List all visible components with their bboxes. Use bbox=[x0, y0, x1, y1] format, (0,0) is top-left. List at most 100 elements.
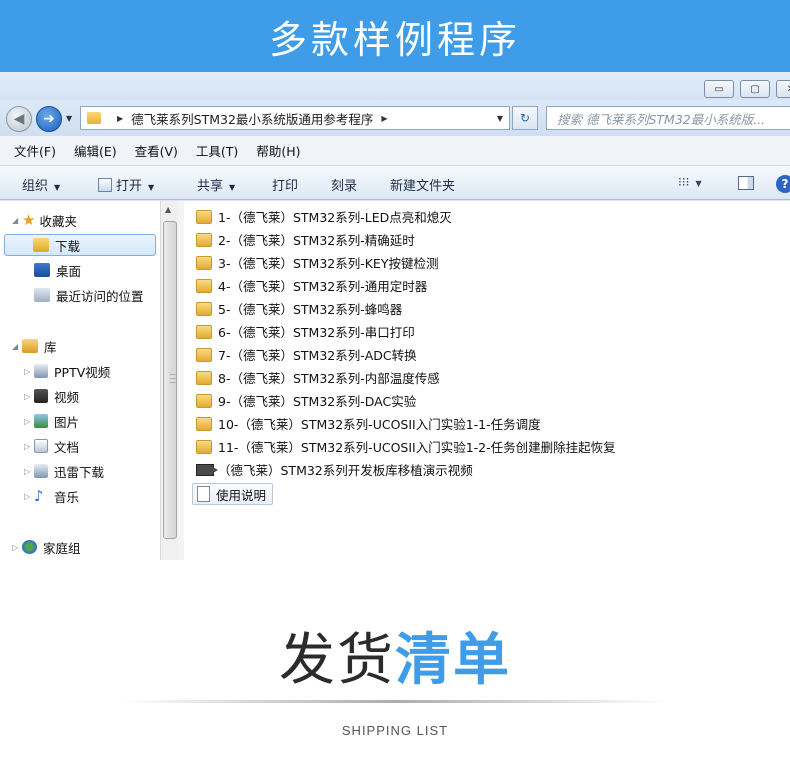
sidebar-item-downloads[interactable]: 下载 bbox=[4, 234, 156, 256]
pictures-icon bbox=[34, 414, 48, 428]
help-icon[interactable]: ? bbox=[776, 175, 790, 193]
sidebar-item-videos[interactable]: ▷ 视频 bbox=[24, 385, 79, 407]
downloads-folder-icon bbox=[33, 238, 49, 252]
list-item[interactable]: 10-（德飞莱）STM32系列-UCOSII入门实验1-1-任务调度 bbox=[196, 413, 541, 434]
sidebar-favorites[interactable]: ◢ ★ 收藏夹 bbox=[12, 209, 77, 231]
new-folder-button[interactable]: 新建文件夹 bbox=[390, 175, 455, 194]
address-path[interactable]: 德飞莱系列STM32最小系统版通用参考程序 bbox=[131, 109, 373, 128]
list-item[interactable]: 1-（德飞莱）STM32系列-LED点亮和熄灭 bbox=[196, 206, 452, 227]
title-divider bbox=[120, 700, 670, 703]
scrollbar-thumb[interactable]: — — — bbox=[163, 221, 177, 539]
sidebar-homegroup[interactable]: ▷ 家庭组 bbox=[12, 536, 81, 558]
menu-view[interactable]: 查看(V) bbox=[135, 141, 178, 160]
address-bar[interactable]: ▶ 德飞莱系列STM32最小系统版通用参考程序 ▶ ▼ bbox=[80, 106, 510, 130]
list-item[interactable]: 2-（德飞莱）STM32系列-精确延时 bbox=[196, 229, 415, 250]
file-name: 使用说明 bbox=[216, 487, 267, 503]
folder-icon bbox=[196, 301, 212, 316]
expand-icon[interactable]: ▷ bbox=[24, 442, 34, 451]
sidebar-item-music[interactable]: ▷ ♪ 音乐 bbox=[24, 485, 79, 507]
history-dropdown-icon[interactable]: ▼ bbox=[66, 114, 72, 123]
sidebar-item-documents[interactable]: ▷ 文档 bbox=[24, 435, 79, 457]
open-button[interactable]: 打开 ▼ bbox=[98, 175, 154, 194]
menu-edit[interactable]: 编辑(E) bbox=[74, 141, 117, 160]
chevron-down-icon: ▼ bbox=[148, 183, 155, 192]
list-item[interactable]: 11-（德飞莱）STM32系列-UCOSII入门实验1-2-任务创建删除挂起恢复 bbox=[196, 436, 616, 457]
list-item[interactable]: 3-（德飞莱）STM32系列-KEY按键检测 bbox=[196, 252, 438, 273]
file-name: 4-（德飞莱）STM32系列-通用定时器 bbox=[218, 279, 428, 294]
file-name: 3-（德飞莱）STM32系列-KEY按键检测 bbox=[218, 256, 439, 271]
navigation-scrollbar[interactable]: ▲ — — — bbox=[160, 201, 178, 560]
file-name: 10-（德飞莱）STM32系列-UCOSII入门实验1-1-任务调度 bbox=[218, 417, 541, 432]
forward-button[interactable]: ➜ bbox=[36, 106, 62, 132]
search-input[interactable]: 搜索 德飞莱系列STM32最小系统版... bbox=[546, 106, 790, 130]
open-icon bbox=[98, 178, 112, 192]
expand-icon[interactable]: ▷ bbox=[24, 417, 34, 426]
organize-button[interactable]: 组织 ▼ bbox=[22, 175, 60, 194]
menu-file[interactable]: 文件(F) bbox=[14, 141, 56, 160]
recent-places-icon bbox=[34, 288, 50, 302]
expand-icon[interactable]: ◢ bbox=[12, 216, 22, 225]
expand-icon[interactable]: ▷ bbox=[24, 467, 34, 476]
banner-title: 多款样例程序 bbox=[268, 17, 521, 62]
chevron-right-icon[interactable]: ▶ bbox=[117, 114, 123, 123]
sidebar-item-thunder-downloads[interactable]: ▷ 迅雷下载 bbox=[24, 460, 104, 482]
back-button[interactable]: ◀ bbox=[6, 106, 32, 132]
folder-icon bbox=[196, 416, 212, 431]
refresh-button[interactable]: ↻ bbox=[512, 106, 538, 130]
shipping-subtitle: SHIPPING LIST bbox=[341, 723, 449, 738]
expand-icon[interactable]: ▷ bbox=[12, 543, 22, 552]
folder-icon bbox=[196, 232, 212, 247]
sidebar-label: 音乐 bbox=[54, 489, 80, 505]
list-item[interactable]: 7-（德飞莱）STM32系列-ADC转换 bbox=[196, 344, 417, 365]
sidebar-item-desktop[interactable]: 桌面 bbox=[34, 259, 81, 281]
close-button[interactable]: ✕ bbox=[776, 80, 790, 98]
menu-bar: 文件(F) 编辑(E) 查看(V) 工具(T) 帮助(H) bbox=[0, 136, 790, 166]
expand-icon[interactable]: ▷ bbox=[24, 492, 34, 501]
list-item[interactable]: 5-（德飞莱）STM32系列-蜂鸣器 bbox=[196, 298, 402, 319]
list-item-selected[interactable]: 使用说明 bbox=[192, 483, 274, 505]
file-name: 9-（德飞莱）STM32系列-DAC实验 bbox=[218, 394, 417, 409]
shipping-title-highlight: 清单 bbox=[395, 628, 511, 693]
list-item[interactable]: （德飞莱）STM32系列开发板库移植演示视频 bbox=[196, 459, 473, 480]
file-name: 7-（德飞莱）STM32系列-ADC转换 bbox=[218, 348, 417, 363]
sidebar-item-recent[interactable]: 最近访问的位置 bbox=[34, 284, 144, 306]
share-button[interactable]: 共享 ▼ bbox=[197, 175, 235, 194]
video-icon bbox=[34, 389, 48, 403]
folder-icon bbox=[196, 370, 212, 385]
expand-icon[interactable]: ▷ bbox=[24, 392, 34, 401]
file-name: 1-（德飞莱）STM32系列-LED点亮和熄灭 bbox=[218, 210, 452, 225]
grip-icon: — — — bbox=[169, 370, 176, 386]
list-item[interactable]: 4-（德飞莱）STM32系列-通用定时器 bbox=[196, 275, 427, 296]
sidebar-item-pptv[interactable]: ▷ PPTV视频 bbox=[24, 360, 110, 382]
list-item[interactable]: 8-（德飞莱）STM32系列-内部温度传感 bbox=[196, 367, 440, 388]
star-icon: ★ bbox=[22, 211, 36, 229]
menu-help[interactable]: 帮助(H) bbox=[256, 141, 300, 160]
sidebar-label: 库 bbox=[44, 339, 57, 355]
organize-label: 组织 bbox=[22, 179, 49, 194]
navigation-bar: ◀ ➜ ▼ ▶ 德飞莱系列STM32最小系统版通用参考程序 ▶ ▼ ↻ 搜索 德… bbox=[0, 100, 790, 136]
list-item[interactable]: 6-（德飞莱）STM32系列-串口打印 bbox=[196, 321, 415, 342]
print-button[interactable]: 打印 bbox=[272, 175, 298, 194]
menu-tools[interactable]: 工具(T) bbox=[196, 141, 238, 160]
folder-icon bbox=[196, 393, 212, 408]
sidebar-label: 视频 bbox=[54, 389, 80, 405]
expand-icon[interactable]: ◢ bbox=[12, 342, 22, 351]
sidebar-libraries[interactable]: ◢ 库 bbox=[12, 335, 57, 357]
view-options-button[interactable]: ⁝⁝⁝ ▼ bbox=[678, 175, 702, 189]
chevron-right-icon[interactable]: ▶ bbox=[381, 114, 387, 123]
thunder-download-icon bbox=[34, 464, 48, 478]
list-item[interactable]: 9-（德飞莱）STM32系列-DAC实验 bbox=[196, 390, 416, 411]
page-root: 多款样例程序 ▭ ▢ ✕ ◀ ➜ ▼ ▶ 德飞莱系列STM32最小系统版通用参考… bbox=[0, 0, 790, 776]
folder-icon bbox=[87, 112, 101, 124]
minimize-button[interactable]: ▭ bbox=[704, 80, 734, 98]
scroll-up-icon[interactable]: ▲ bbox=[165, 205, 171, 214]
address-dropdown-icon[interactable]: ▼ bbox=[497, 114, 503, 123]
burn-button[interactable]: 刻录 bbox=[331, 175, 357, 194]
top-banner: 多款样例程序 bbox=[0, 0, 790, 72]
preview-pane-icon[interactable] bbox=[738, 176, 754, 190]
sidebar-label: 下载 bbox=[55, 238, 81, 254]
sidebar-item-pictures[interactable]: ▷ 图片 bbox=[24, 410, 79, 432]
file-name: 5-（德飞莱）STM32系列-蜂鸣器 bbox=[218, 302, 403, 317]
maximize-button[interactable]: ▢ bbox=[740, 80, 770, 98]
expand-icon[interactable]: ▷ bbox=[24, 367, 34, 376]
